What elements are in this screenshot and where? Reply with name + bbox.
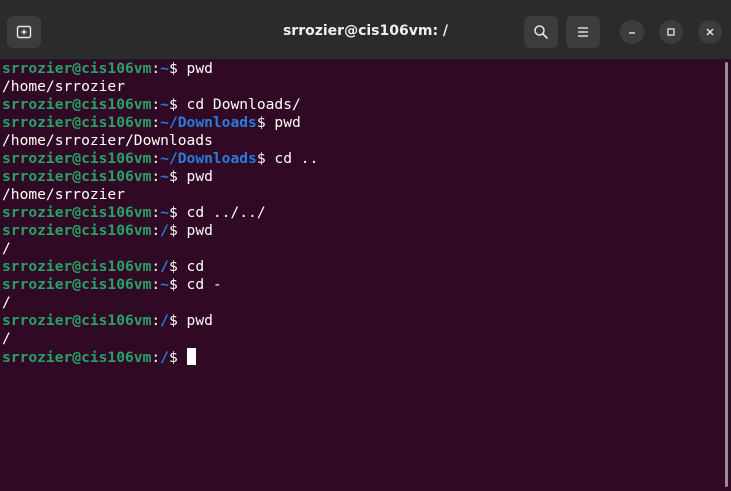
prompt-line: srrozier@cis106vm:~/Downloads$ pwd <box>0 114 722 132</box>
prompt-line: srrozier@cis106vm:~$ cd Downloads/ <box>0 96 722 114</box>
prompt-path: ~ <box>160 168 169 185</box>
prompt-dollar: $ <box>168 312 187 329</box>
close-button[interactable] <box>698 20 722 44</box>
prompt-user-host: srrozier@cis106vm <box>2 222 152 239</box>
command-text: cd .. <box>274 150 319 167</box>
prompt-path: / <box>160 312 169 329</box>
terminal-window: srrozier@cis106vm: / srrozier@cis106vm:~… <box>0 0 731 491</box>
prompt-path: ~/Downloads <box>160 150 257 167</box>
prompt-user-host: srrozier@cis106vm <box>2 60 152 77</box>
prompt-dollar: $ <box>168 204 187 221</box>
prompt-line: srrozier@cis106vm:~$ pwd <box>0 60 722 78</box>
prompt-line: srrozier@cis106vm:/$ pwd <box>0 312 722 330</box>
command-text: cd Downloads/ <box>186 96 301 113</box>
prompt-separator: : <box>151 150 161 167</box>
search-button[interactable] <box>524 16 558 48</box>
prompt-dollar: $ <box>168 258 187 275</box>
prompt-path: ~ <box>160 60 169 77</box>
new-tab-icon <box>16 25 32 39</box>
scrollbar[interactable] <box>722 60 731 491</box>
command-text: cd <box>186 258 205 275</box>
prompt-separator: : <box>151 258 161 275</box>
prompt-separator: : <box>151 276 161 293</box>
prompt-user-host: srrozier@cis106vm <box>2 258 152 275</box>
prompt-user-host: srrozier@cis106vm <box>2 312 152 329</box>
prompt-path: / <box>160 222 169 239</box>
prompt-dollar: $ <box>168 222 187 239</box>
output-line: /home/srrozier <box>2 186 126 203</box>
prompt-path: ~ <box>160 276 169 293</box>
prompt-dollar: $ <box>256 150 275 167</box>
prompt-user-host: srrozier@cis106vm <box>2 96 152 113</box>
prompt-user-host: srrozier@cis106vm <box>2 276 152 293</box>
new-tab-button[interactable] <box>7 16 41 48</box>
output-line: / <box>2 240 11 257</box>
prompt-line: srrozier@cis106vm:/$ pwd <box>0 222 722 240</box>
maximize-icon <box>667 28 675 36</box>
prompt-separator: : <box>151 204 161 221</box>
window-title: srrozier@cis106vm: / <box>282 23 449 39</box>
prompt-line: srrozier@cis106vm:~$ cd - <box>0 276 722 294</box>
prompt-line: srrozier@cis106vm:/$ <box>0 348 722 366</box>
menu-button[interactable] <box>566 16 600 48</box>
command-text: pwd <box>186 168 213 185</box>
hamburger-menu-icon <box>578 27 588 37</box>
prompt-user-host: srrozier@cis106vm <box>2 349 152 366</box>
command-text: cd - <box>186 276 222 293</box>
title-bar: srrozier@cis106vm: / <box>0 0 731 60</box>
prompt-user-host: srrozier@cis106vm <box>2 114 152 131</box>
prompt-user-host: srrozier@cis106vm <box>2 204 152 221</box>
prompt-path: / <box>160 349 169 366</box>
prompt-separator: : <box>151 168 161 185</box>
prompt-separator: : <box>151 96 161 113</box>
output-line: / <box>2 294 11 311</box>
prompt-line: srrozier@cis106vm:~$ pwd <box>0 168 722 186</box>
output-line: / <box>2 330 11 347</box>
prompt-path: ~/Downloads <box>160 114 257 131</box>
command-text: pwd <box>274 114 301 131</box>
prompt-separator: : <box>151 222 161 239</box>
prompt-user-host: srrozier@cis106vm <box>2 168 152 185</box>
scrollbar-thumb[interactable] <box>725 62 728 487</box>
maximize-button[interactable] <box>659 20 683 44</box>
prompt-separator: : <box>151 312 161 329</box>
prompt-dollar: $ <box>168 349 187 366</box>
text-cursor <box>186 348 196 365</box>
prompt-dollar: $ <box>168 276 187 293</box>
output-line: /home/srrozier <box>2 78 126 95</box>
prompt-dollar: $ <box>168 60 187 77</box>
terminal-output[interactable]: srrozier@cis106vm:~$ pwd/home/srrozier sr… <box>0 60 722 491</box>
prompt-dollar: $ <box>168 168 187 185</box>
command-text: pwd <box>186 312 213 329</box>
output-line: /home/srrozier/Downloads <box>2 132 213 149</box>
command-text: pwd <box>186 222 213 239</box>
prompt-line: srrozier@cis106vm:~$ cd ../../ <box>0 204 722 222</box>
command-text: cd ../../ <box>186 204 266 221</box>
minimize-icon <box>629 32 635 34</box>
prompt-separator: : <box>151 349 161 366</box>
prompt-line: srrozier@cis106vm:/$ cd <box>0 258 722 276</box>
prompt-path: ~ <box>160 204 169 221</box>
command-text: pwd <box>186 60 213 77</box>
prompt-path: ~ <box>160 96 169 113</box>
search-icon <box>534 25 548 39</box>
minimize-button[interactable] <box>620 20 644 44</box>
prompt-dollar: $ <box>256 114 275 131</box>
close-icon <box>706 28 714 36</box>
prompt-user-host: srrozier@cis106vm <box>2 150 152 167</box>
prompt-dollar: $ <box>168 96 187 113</box>
prompt-separator: : <box>151 114 161 131</box>
prompt-line: srrozier@cis106vm:~/Downloads$ cd .. <box>0 150 722 168</box>
prompt-separator: : <box>151 60 161 77</box>
prompt-path: / <box>160 258 169 275</box>
